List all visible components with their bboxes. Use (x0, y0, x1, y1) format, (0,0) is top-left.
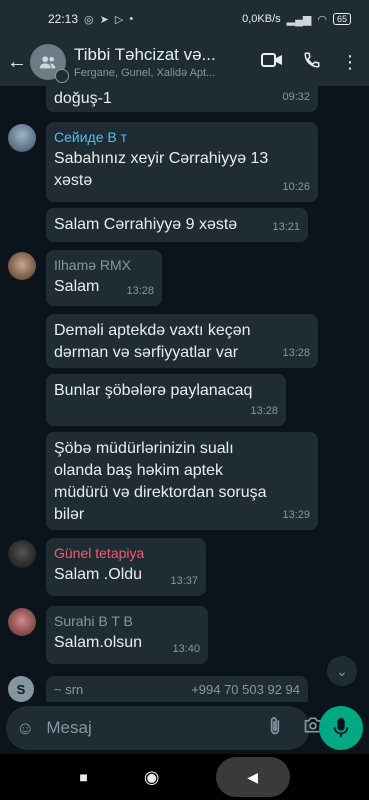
message-bubble[interactable]: doğuş-1 09:32 (46, 86, 318, 112)
signal-icon: ▂▄▆ (286, 13, 312, 26)
message-bubble[interactable]: Surahi B T B Salam.olsun 13:40 (46, 606, 208, 664)
voice-call-icon[interactable] (303, 51, 321, 74)
home-icon[interactable]: ◉ (144, 767, 160, 788)
message-time: 13:37 (170, 575, 198, 587)
sender-avatar[interactable] (8, 124, 36, 152)
message-bubble[interactable]: Bunlar şöbələrə paylanacaq 13:28 (46, 374, 286, 426)
battery-icon: 65 (332, 13, 351, 25)
message-bubble[interactable]: Günel tetapiya Salam .Oldu 13:37 (46, 538, 206, 596)
message-text: Şöbə müdürlərinizin sualı olanda baş hək… (54, 440, 267, 523)
message-time: 13:40 (172, 643, 200, 655)
message-time: 13:29 (282, 509, 310, 521)
message-bubble[interactable]: Сейиде В т Sabahınız xeyir Cərrahiyyə 13… (46, 122, 318, 202)
message-time: 13:21 (272, 221, 300, 233)
play-notification-icon: ▷ (114, 13, 124, 26)
message-text: doğuş-1 (54, 90, 112, 107)
chat-members: Fergane, Gunel, Xalidə Apt... (74, 67, 216, 79)
sender-name[interactable]: Günel tetapiya (54, 544, 198, 562)
sender-name[interactable]: Сейиде В т (54, 128, 310, 146)
sender-name[interactable]: ~ srn (54, 682, 83, 698)
message-time: 10:26 (282, 181, 310, 193)
recents-icon[interactable]: ■ (79, 769, 87, 785)
composer: ☺ (0, 702, 369, 754)
message-text: Sabahınız xeyir Cərrahiyyə 13 xəstə (54, 150, 269, 189)
sender-phone: +994 70 503 92 94 (191, 682, 300, 697)
sender-name[interactable]: Surahi B T B (54, 612, 200, 630)
chat-header: ← Tibbi Təhcizat və... Fergane, Gunel, X… (0, 38, 369, 86)
video-call-icon[interactable] (261, 52, 283, 73)
message-time: 13:28 (126, 285, 154, 297)
community-badge-icon (55, 69, 69, 83)
more-notifications-icon: • (129, 13, 134, 25)
chat-title: Tibbi Təhcizat və... (74, 45, 216, 64)
partial-message-row: S ~ srn +994 70 503 92 94 (0, 670, 369, 704)
microphone-icon (333, 717, 349, 738)
message-bubble[interactable]: Salam Cərrahiyyə 9 xəstə 13:21 (46, 208, 308, 242)
chat-messages[interactable]: doğuş-1 09:32 Сейиде В т Sabahınız xeyir… (0, 86, 369, 702)
more-options-icon[interactable]: ⋮ (341, 52, 359, 73)
message-text: Salam Cərrahiyyə 9 xəstə (54, 216, 238, 233)
attach-icon[interactable] (267, 716, 283, 741)
message-bubble[interactable]: Şöbə müdürlərinizin sualı olanda baş hək… (46, 432, 318, 530)
message-bubble[interactable]: ~ srn +994 70 503 92 94 (46, 676, 308, 704)
message-input[interactable] (46, 718, 268, 738)
voice-record-button[interactable] (319, 706, 363, 750)
telegram-notification-icon: ➤ (99, 13, 109, 26)
message-text: Bunlar şöbələrə paylanacaq (54, 382, 253, 399)
status-bar: 22:13 ◎ ➤ ▷ • 0,0KB/s ▂▄▆ ◠ 65 (0, 0, 369, 38)
group-icon (39, 56, 56, 69)
whatsapp-notification-icon: ◎ (84, 13, 94, 26)
message-bubble[interactable]: Deməli aptekdə vaxtı keçən dərman və sər… (46, 314, 318, 368)
sender-avatar-letter[interactable]: S (8, 676, 34, 702)
sender-avatar[interactable] (8, 540, 36, 568)
status-time: 22:13 (48, 12, 79, 26)
message-text: Deməli aptekdə vaxtı keçən dərman və sər… (54, 322, 251, 361)
message-bubble[interactable]: Ilhamə RMX Salam 13:28 (46, 250, 162, 306)
message-time: 13:28 (282, 347, 310, 359)
message-time: 09:32 (282, 91, 310, 103)
net-speed: 0,0KB/s (242, 13, 281, 25)
sender-avatar[interactable] (8, 608, 36, 636)
group-avatar[interactable] (30, 44, 69, 83)
message-time: 13:28 (250, 405, 278, 417)
wifi-icon: ◠ (317, 13, 327, 26)
sender-name[interactable]: Ilhamə RMX (54, 256, 154, 274)
sticker-icon[interactable]: ☺ (16, 718, 34, 739)
back-arrow-icon[interactable]: ← (6, 51, 28, 74)
back-nav-icon[interactable]: ◀ (215, 757, 290, 797)
sender-avatar[interactable] (8, 252, 36, 280)
chat-title-block[interactable]: Tibbi Təhcizat və... Fergane, Gunel, Xal… (74, 45, 253, 79)
system-nav-bar: ■ ◉ ◀ (0, 754, 369, 800)
message-input-box[interactable]: ☺ (6, 706, 322, 750)
